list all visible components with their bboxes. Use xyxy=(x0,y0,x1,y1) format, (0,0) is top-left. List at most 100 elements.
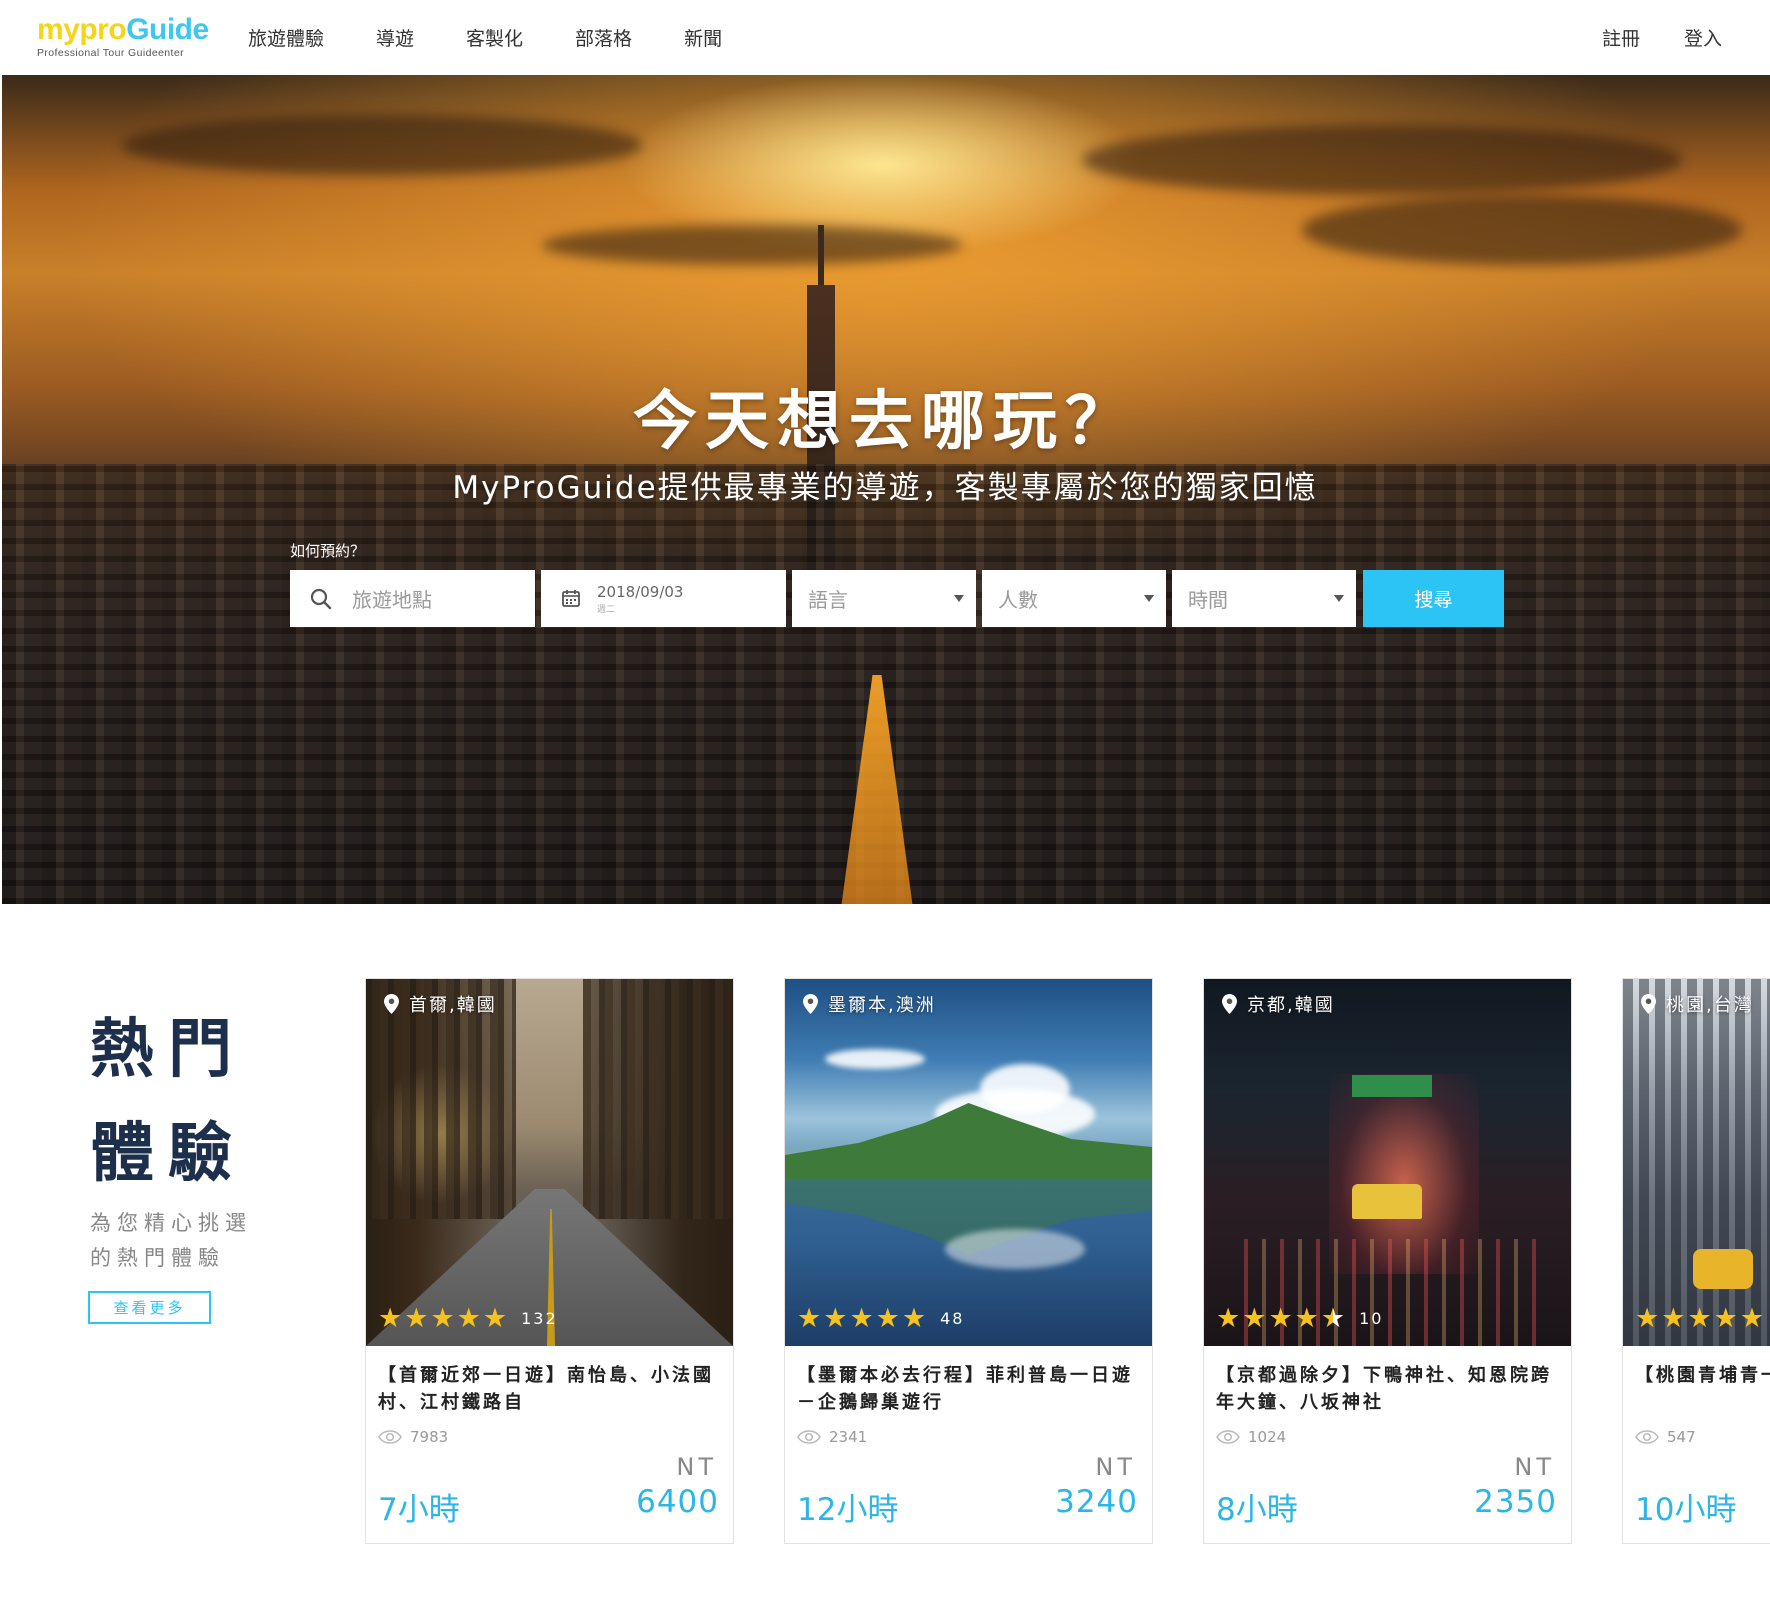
views-count: 2341 xyxy=(829,1428,868,1446)
chevron-down-icon xyxy=(954,595,964,602)
experience-card[interactable]: 首爾,韓國 ★ ★ ★ ★ ★ 132 【首爾近郊一日遊】南怡島、小法國村、江村鐵路自 7… xyxy=(365,978,734,1544)
hero-cloud xyxy=(122,115,642,175)
destination-placeholder: 旅遊地點 xyxy=(352,588,432,612)
destination-input[interactable]: 旅遊地點 xyxy=(290,570,535,627)
eye-icon xyxy=(378,1430,402,1444)
star-icon: ★ xyxy=(404,1303,429,1334)
experience-card[interactable]: 京都,韓國 ★ ★ ★ ★ ★ 10 【京都過除夕】下鴨神社、知恩院跨年大鐘、八坂神社 1… xyxy=(1203,978,1572,1544)
star-icon: ★ xyxy=(1320,1303,1346,1334)
star-icon: ★ xyxy=(1242,1303,1267,1334)
card-title[interactable]: 【首爾近郊一日遊】南怡島、小法國村、江村鐵路自 xyxy=(378,1362,728,1416)
nav-item-experiences[interactable]: 旅遊體驗 xyxy=(248,24,324,51)
card-location: 首爾,韓國 xyxy=(384,991,497,1017)
view-more-button[interactable]: 查看更多 xyxy=(88,1291,211,1324)
popular-section-desc: 為您精心挑選 的熱門體驗 xyxy=(90,1206,252,1276)
card-currency: NT xyxy=(1095,1453,1136,1481)
star-icon: ★ xyxy=(1268,1303,1293,1334)
review-count: 132 xyxy=(521,1309,558,1328)
experience-card[interactable]: 墨爾本,澳洲 ★ ★ ★ ★ ★ 48 【墨爾本必去行程】菲利普島一日遊－企鵝歸巢遊行 2… xyxy=(784,978,1153,1544)
hero-subtitle: MyProGuide提供最專業的導遊，客製專屬於您的獨家回憶 xyxy=(452,470,1318,506)
star-icon: ★ xyxy=(430,1303,455,1334)
nav-item-guides[interactable]: 導遊 xyxy=(376,24,414,51)
popular-title-line1: 熱門 xyxy=(90,1013,246,1087)
nav-item-custom[interactable]: 客製化 xyxy=(466,24,523,51)
views-count: 1024 xyxy=(1248,1428,1287,1446)
date-weekday: 週二 xyxy=(597,605,616,615)
logo-tagline: Professional Tour Guideenter xyxy=(37,47,185,59)
top-navbar: myproGuide Professional Tour Guideenter … xyxy=(0,0,1770,75)
card-rating: ★ ★ ★ ★ ★ 132 xyxy=(378,1305,558,1332)
card-title[interactable]: 【桃園青埔青一日遊 xyxy=(1635,1362,1770,1389)
experience-card[interactable]: 桃園,台灣 ★★★★★ 【桃園青埔青一日遊 547 NT 10小時 xyxy=(1622,978,1770,1544)
hero-cloud xyxy=(1302,195,1742,265)
card-rating: ★ ★ ★ ★ ★ 48 xyxy=(797,1305,964,1332)
card-currency: NT xyxy=(1514,1453,1555,1481)
star-icon: ★ xyxy=(1687,1303,1712,1334)
card-currency: NT xyxy=(676,1453,717,1481)
time-placeholder: 時間 xyxy=(1188,588,1228,612)
card-image xyxy=(366,979,733,1346)
star-icon: ★ xyxy=(378,1303,403,1334)
chevron-down-icon xyxy=(1334,595,1344,602)
eye-icon xyxy=(1635,1430,1659,1444)
review-count: 48 xyxy=(940,1309,965,1328)
star-icon: ★ xyxy=(1635,1303,1660,1334)
how-to-book-link[interactable]: 如何預約？ xyxy=(290,540,365,561)
date-picker[interactable]: 2018/09/03 週二 xyxy=(541,570,786,627)
star-icon: ★ xyxy=(797,1303,822,1334)
nav-item-blog[interactable]: 部落格 xyxy=(575,24,632,51)
hero-cloud xyxy=(1082,125,1682,195)
card-location-text: 桃園,台灣 xyxy=(1666,995,1754,1016)
review-count: 10 xyxy=(1359,1309,1384,1328)
views-count: 547 xyxy=(1667,1428,1696,1446)
eye-icon xyxy=(797,1430,821,1444)
main-nav: 旅遊體驗 導遊 客製化 部落格 新聞 xyxy=(248,0,774,75)
people-select[interactable]: 人數 xyxy=(982,570,1166,627)
hero-title: 今天想去哪玩？ xyxy=(633,385,1137,459)
star-icon: ★ xyxy=(456,1303,481,1334)
card-location-text: 首爾,韓國 xyxy=(409,995,497,1016)
card-views: 547 xyxy=(1635,1428,1696,1446)
card-location: 墨爾本,澳洲 xyxy=(803,991,936,1017)
card-title[interactable]: 【京都過除夕】下鴨神社、知恩院跨年大鐘、八坂神社 xyxy=(1216,1362,1566,1416)
star-icon: ★ xyxy=(823,1303,848,1334)
card-duration: 8小時 xyxy=(1216,1492,1298,1528)
star-icon: ★ xyxy=(1713,1303,1738,1334)
calendar-icon xyxy=(561,588,581,612)
star-icon: ★ xyxy=(1739,1303,1765,1334)
card-location: 桃園,台灣 xyxy=(1641,991,1754,1017)
logo[interactable]: myproGuide Professional Tour Guideenter xyxy=(37,14,217,64)
login-link[interactable]: 登入 xyxy=(1684,24,1722,51)
card-title[interactable]: 【墨爾本必去行程】菲利普島一日遊－企鵝歸巢遊行 xyxy=(797,1362,1147,1416)
language-select[interactable]: 語言 xyxy=(792,570,976,627)
hero-cloud xyxy=(542,225,962,265)
nav-item-news[interactable]: 新聞 xyxy=(684,24,722,51)
location-pin-icon xyxy=(1222,994,1237,1014)
card-location-text: 墨爾本,澳洲 xyxy=(828,995,936,1016)
experience-cards: 首爾,韓國 ★ ★ ★ ★ ★ 132 【首爾近郊一日遊】南怡島、小法國村、江村鐵路自 7… xyxy=(365,978,1770,1548)
location-pin-icon xyxy=(803,994,818,1014)
star-icon: ★ xyxy=(1661,1303,1686,1334)
card-image xyxy=(1623,979,1770,1346)
views-count: 7983 xyxy=(410,1428,449,1446)
star-icon: ★ xyxy=(875,1303,900,1334)
card-location: 京都,韓國 xyxy=(1222,991,1335,1017)
card-duration: 7小時 xyxy=(378,1492,460,1528)
card-views: 1024 xyxy=(1216,1428,1286,1446)
star-icon: ★ xyxy=(1294,1303,1319,1334)
star-icon: ★ xyxy=(1216,1303,1241,1334)
people-placeholder: 人數 xyxy=(998,588,1038,612)
card-price: 2350 xyxy=(1474,1484,1557,1520)
popular-title-line2: 體驗 xyxy=(90,1117,246,1191)
card-duration: 10小時 xyxy=(1635,1492,1737,1528)
card-views: 2341 xyxy=(797,1428,867,1446)
time-select[interactable]: 時間 xyxy=(1172,570,1356,627)
search-button[interactable]: 搜尋 xyxy=(1363,570,1504,627)
card-price: 6400 xyxy=(636,1484,719,1520)
auth-links: 註冊 登入 xyxy=(1558,0,1722,75)
eye-icon xyxy=(1216,1430,1240,1444)
card-image xyxy=(785,979,1152,1346)
signup-link[interactable]: 註冊 xyxy=(1602,24,1640,51)
card-duration: 12小時 xyxy=(797,1492,899,1528)
star-icon: ★ xyxy=(901,1303,927,1334)
